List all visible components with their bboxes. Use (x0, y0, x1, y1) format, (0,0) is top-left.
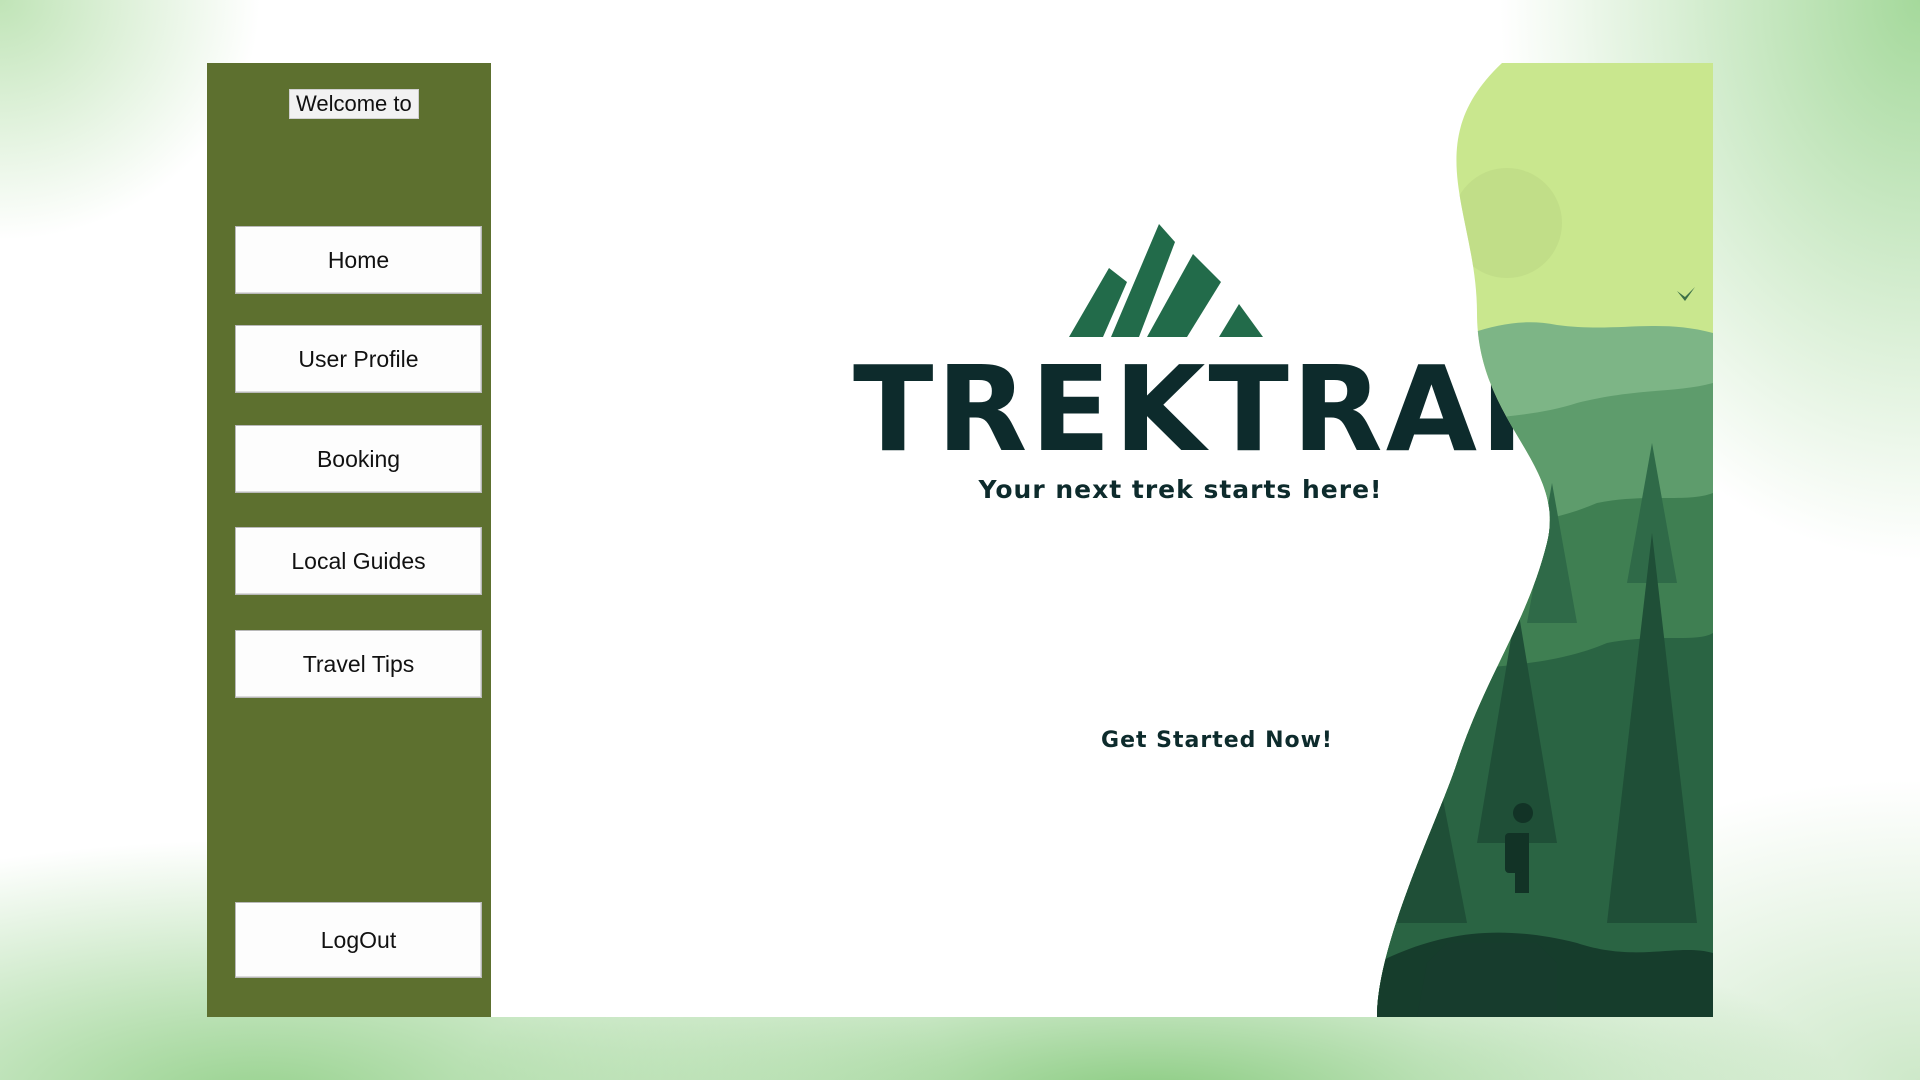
main-content: TREKTRAIL Your next trek starts here! Ge… (491, 63, 1713, 1017)
welcome-label: Welcome to (289, 89, 419, 119)
sidebar: Welcome to Home User Profile Booking Loc… (207, 63, 491, 1017)
mountain-logo-icon (1069, 224, 1263, 337)
local-guides-button[interactable]: Local Guides (235, 527, 482, 595)
travel-tips-button[interactable]: Travel Tips (235, 630, 482, 698)
booking-button[interactable]: Booking (235, 425, 482, 493)
forest-landscape-illustration (1377, 63, 1713, 1017)
logout-button[interactable]: LogOut (235, 902, 482, 978)
tagline: Your next trek starts here! (978, 475, 1383, 504)
app-window: Welcome to Home User Profile Booking Loc… (207, 63, 1713, 1017)
home-button[interactable]: Home (235, 226, 482, 294)
get-started-link[interactable]: Get Started Now! (1047, 728, 1387, 753)
user-profile-button[interactable]: User Profile (235, 325, 482, 393)
